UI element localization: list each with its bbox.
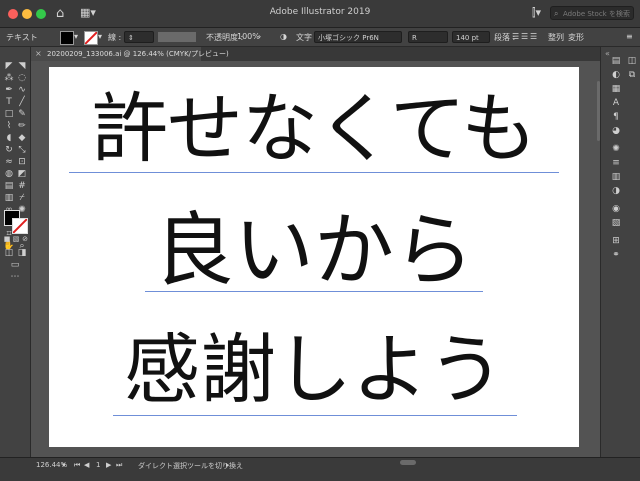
magic-wand-tool-icon[interactable]: ⁂ <box>3 72 15 84</box>
text-baseline-3 <box>113 415 517 416</box>
brushes-panel-icon[interactable]: ✺ <box>609 143 623 155</box>
arrange-documents-icon[interactable]: ⫿▾ <box>532 6 541 20</box>
live-paint-tool-icon[interactable]: ◩ <box>16 168 28 180</box>
first-artboard-icon[interactable]: ⏮ <box>74 461 80 470</box>
align-center-icon[interactable]: ☰ <box>521 32 528 41</box>
none-mode-icon[interactable]: ⊘ <box>19 233 31 245</box>
warp-tool-icon[interactable]: ≈ <box>3 156 15 168</box>
stroke-style-preview[interactable] <box>158 32 196 42</box>
next-artboard-icon[interactable]: ▶ <box>106 461 111 469</box>
screen-mode-icon[interactable]: ▭ <box>9 259 21 271</box>
document-tab[interactable]: × 20200209_133006.ai @ 126.44% (CMYK/プレビ… <box>31 47 229 61</box>
edit-toolbar-icon[interactable]: ⋯ <box>9 271 21 283</box>
shaper-tool-icon[interactable]: ⌇ <box>3 120 15 132</box>
paragraph-panel-icon[interactable]: ¶ <box>609 111 623 123</box>
pen-tool-icon[interactable]: ✒ <box>3 84 15 96</box>
control-bar-menu-icon[interactable]: ≡ <box>626 32 633 41</box>
opacity-dropdown-icon[interactable]: › <box>258 32 261 41</box>
text-line-2[interactable]: 良いから <box>49 211 579 291</box>
font-style-dropdown[interactable]: R <box>408 31 448 43</box>
document-tab-label: 20200209_133006.ai @ 126.44% (CMYK/プレビュー… <box>47 50 229 58</box>
font-style-value: R <box>412 34 417 42</box>
artboard[interactable]: 許せなくても 良いから 感謝しよう <box>49 67 579 447</box>
fill-swatch[interactable] <box>60 31 74 45</box>
transparency-panel-icon[interactable]: ◑ <box>609 185 623 197</box>
text-line-3[interactable]: 感謝しよう <box>49 332 579 408</box>
layers-panel-icon[interactable]: ⧉ <box>625 69 639 81</box>
document-tab-bar: × 20200209_133006.ai @ 126.44% (CMYK/プレビ… <box>31 47 600 61</box>
window-title: Adobe Illustrator 2019 <box>269 7 371 17</box>
align-label[interactable]: 整列 <box>548 32 564 43</box>
swatches-panel-icon[interactable]: ▦ <box>609 83 623 95</box>
type-tool-icon[interactable]: T <box>3 96 15 108</box>
paintbrush-tool-icon[interactable]: ✎ <box>16 108 28 120</box>
stroke-swatch[interactable] <box>84 31 98 45</box>
links-panel-icon[interactable]: ⚭ <box>609 249 623 261</box>
status-menu-icon[interactable]: ▸ <box>226 461 230 469</box>
curvature-tool-icon[interactable]: ∿ <box>16 84 28 96</box>
font-family-dropdown[interactable]: 小塚ゴシック Pr6N <box>314 31 402 43</box>
perspective-grid-tool-icon[interactable]: ▤ <box>3 180 15 192</box>
line-tool-icon[interactable]: ╱ <box>16 96 28 108</box>
text-baseline-1 <box>69 172 559 173</box>
fill-dropdown-icon[interactable]: ▾ <box>74 32 78 41</box>
free-transform-tool-icon[interactable]: ⊡ <box>16 156 28 168</box>
stroke-panel-icon[interactable]: ≡ <box>609 157 623 169</box>
font-size-field[interactable]: 140 pt <box>452 31 490 43</box>
color-panel-icon[interactable]: ◐ <box>609 69 623 81</box>
tab-close-icon[interactable]: × <box>35 47 42 61</box>
draw-mode-icon[interactable]: ◫ <box>3 247 15 259</box>
gradient-tool-icon[interactable]: ▥ <box>3 192 15 204</box>
appearance-panel-icon[interactable]: ◉ <box>609 203 623 215</box>
stroke-dropdown-icon[interactable]: ▾ <box>98 32 102 41</box>
transform-label[interactable]: 変形 <box>568 32 584 43</box>
selection-tool-icon[interactable]: ◤ <box>3 60 15 72</box>
horizontal-scrollbar[interactable] <box>400 460 416 465</box>
search-icon: ⌕ <box>554 9 559 18</box>
draw-behind-icon[interactable]: ◨ <box>16 247 28 259</box>
stock-search-input[interactable]: ⌕ Adobe Stock を検索 <box>550 6 634 20</box>
gradient-panel-icon[interactable]: ▥ <box>609 171 623 183</box>
lasso-tool-icon[interactable]: ◌ <box>16 72 28 84</box>
opentype-panel-icon[interactable]: ◕ <box>609 125 623 137</box>
text-line-1[interactable]: 許せなくても <box>49 91 579 167</box>
stroke-label: 線 : <box>108 33 122 42</box>
panel-dock: « ▤ ◫ ◐ ⧉ ▦ A ¶ ◕ ✺ ≡ ▥ ◑ ◉ ▧ ⊞ ⚭ <box>600 47 640 457</box>
zoom-dropdown-icon[interactable]: ▾ <box>62 461 66 469</box>
control-bar: テキスト ▾ ▾ 線 : ⇕ 不透明度 : 100% › ◑ 文字 : 小塚ゴシ… <box>0 28 640 47</box>
opacity-value[interactable]: 100% <box>237 32 260 41</box>
stroke-color-box[interactable] <box>12 218 28 234</box>
direct-selection-tool-icon[interactable]: ◥ <box>16 60 28 72</box>
title-bar: ⌂ ▦▾ Adobe Illustrator 2019 ⫿▾ ⌕ Adobe S… <box>0 0 640 28</box>
graphic-styles-panel-icon[interactable]: ▧ <box>609 217 623 229</box>
properties-panel-icon[interactable]: ▤ <box>609 55 623 67</box>
character-panel-icon[interactable]: A <box>609 97 623 109</box>
eraser-tool-icon[interactable]: ◆ <box>16 132 28 144</box>
shape-builder-tool-icon[interactable]: ◍ <box>3 168 15 180</box>
prev-artboard-icon[interactable]: ◀ <box>84 461 89 469</box>
rectangle-tool-icon[interactable]: □ <box>3 108 15 120</box>
scale-tool-icon[interactable]: ⤡ <box>16 144 28 156</box>
pencil-tool-icon[interactable]: ✏ <box>16 120 28 132</box>
artboard-number[interactable]: 1 <box>96 461 100 469</box>
eyedropper-tool-icon[interactable]: ⌿ <box>16 192 28 204</box>
libraries-panel-icon[interactable]: ◫ <box>625 55 639 67</box>
status-bar: 126.44% ▾ ⏮ ◀ 1 ▶ ⏭ ダイレクト選択ツールを切り換え ▸ <box>0 457 640 481</box>
recolor-icon[interactable]: ◑ <box>280 32 287 41</box>
align-left-icon[interactable]: ☰ <box>512 32 519 41</box>
font-size-value: 140 pt <box>456 34 479 42</box>
align-right-icon[interactable]: ☰ <box>530 32 537 41</box>
text-baseline-2 <box>145 291 483 292</box>
mesh-tool-icon[interactable]: # <box>16 180 28 192</box>
canvas-area[interactable]: 許せなくても 良いから 感謝しよう <box>31 61 600 457</box>
blob-brush-tool-icon[interactable]: ◖ <box>3 132 15 144</box>
artboards-panel-icon[interactable]: ⊞ <box>609 235 623 247</box>
mode-label: テキスト <box>6 33 38 42</box>
font-family-value: 小塚ゴシック Pr6N <box>318 34 379 42</box>
last-artboard-icon[interactable]: ⏭ <box>116 461 122 470</box>
search-placeholder: Adobe Stock を検索 <box>563 10 630 18</box>
tools-panel: ◤ ◥ ⁂ ◌ ✒ ∿ T ╱ □ ✎ ⌇ ✏ ◖ ◆ ↻ ⤡ ≈ ⊡ ◍ ◩ … <box>0 47 31 457</box>
stroke-weight-stepper[interactable]: ⇕ <box>124 31 154 43</box>
rotate-tool-icon[interactable]: ↻ <box>3 144 15 156</box>
